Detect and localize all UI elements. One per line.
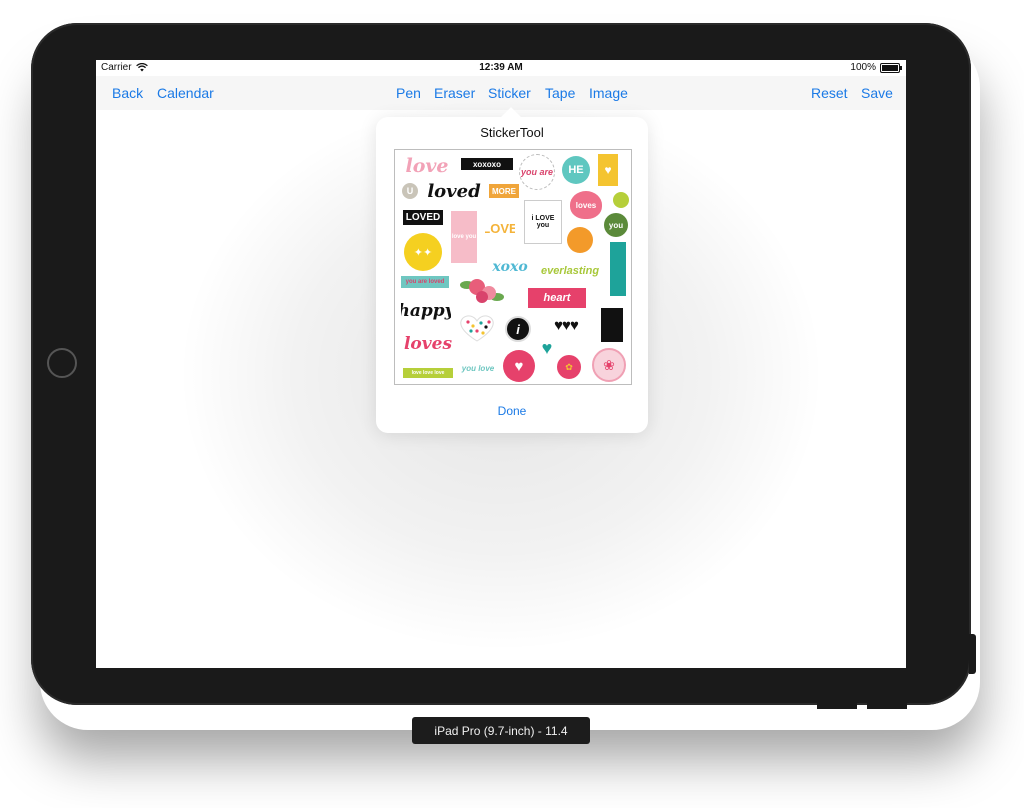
status-bar: Carrier 12:39 AM 100% bbox=[96, 60, 906, 76]
done-button[interactable]: Done bbox=[376, 404, 648, 418]
confetti-heart-icon bbox=[460, 315, 494, 342]
heart-icon: ♥ bbox=[514, 357, 524, 375]
sticker-happy[interactable]: happy bbox=[401, 298, 451, 324]
back-button[interactable]: Back bbox=[112, 85, 143, 101]
sticker-xoxoxo[interactable]: xoxoxo bbox=[461, 158, 513, 170]
sticker-pink-flower-circle[interactable]: ✿ bbox=[555, 353, 583, 381]
sticker-love-you-card[interactable]: love you bbox=[451, 211, 477, 263]
pen-tool-button[interactable]: Pen bbox=[396, 85, 421, 101]
volume-button bbox=[867, 703, 907, 709]
sticker-loves-heart[interactable]: loves bbox=[570, 191, 602, 219]
volume-button bbox=[817, 703, 857, 709]
sticker-green-u-dot[interactable] bbox=[613, 192, 629, 208]
heart-icon: ♥♥♥ bbox=[554, 316, 579, 334]
image-tool-button[interactable]: Image bbox=[589, 85, 628, 101]
sticker-i-circle[interactable]: i bbox=[505, 316, 531, 342]
battery-indicator: 100% bbox=[850, 62, 902, 73]
save-button[interactable]: Save bbox=[861, 85, 893, 101]
rose-icon: ❀ bbox=[603, 356, 615, 373]
sticker-loved-box[interactable]: LOVED bbox=[402, 209, 444, 226]
flower-icon bbox=[460, 279, 504, 303]
side-button bbox=[969, 634, 976, 674]
sticker-love-block[interactable]: LOVE bbox=[485, 208, 515, 248]
sticker-you-are-loved[interactable]: you are loved bbox=[401, 276, 449, 288]
sticker-heart-label[interactable]: heart bbox=[528, 288, 586, 308]
reset-button[interactable]: Reset bbox=[811, 85, 848, 101]
sticker-you-circle[interactable]: you bbox=[604, 213, 628, 237]
clock: 12:39 AM bbox=[479, 62, 523, 73]
sticker-orange-dot[interactable] bbox=[567, 227, 593, 253]
sticker-pink-rose-circle[interactable]: ❀ bbox=[592, 348, 626, 382]
simulator-device-label: iPad Pro (9.7-inch) - 11.4 bbox=[412, 717, 590, 744]
sticker-i-love-you[interactable]: i LOVE you bbox=[524, 200, 562, 244]
sticker-you-are[interactable]: you are bbox=[519, 154, 555, 190]
sticker-loves-script[interactable]: loves bbox=[401, 330, 455, 358]
sticker-sheet-image[interactable]: love xoxoxo you are HE ♥ U loved MORE lo… bbox=[394, 149, 632, 385]
sticker-yellow-sparkle[interactable]: ✦✦ bbox=[404, 233, 442, 271]
sticker-he[interactable]: HE bbox=[562, 156, 590, 184]
flower-icon: ✿ bbox=[565, 361, 573, 372]
app-screen: Carrier 12:39 AM 100% Back Calendar Pen … bbox=[96, 60, 906, 668]
sticker-everlasting[interactable]: everlasting bbox=[537, 262, 603, 280]
battery-icon bbox=[880, 62, 902, 73]
sticker-pink-heart-circle[interactable]: ♥ bbox=[503, 350, 535, 382]
sticker-love-love-love[interactable]: love love love bbox=[403, 368, 453, 378]
heart-icon: ♥ bbox=[604, 163, 612, 177]
home-button[interactable] bbox=[47, 348, 77, 378]
battery-percent: 100% bbox=[850, 62, 876, 73]
heart-icon: ♥ bbox=[541, 338, 553, 358]
sticker-black-hearts[interactable]: ♥♥♥ bbox=[542, 316, 590, 334]
sticker-tool-popover: StickerTool love xoxoxo you are HE ♥ U l… bbox=[376, 107, 648, 433]
sticker-more[interactable]: MORE bbox=[489, 184, 519, 198]
calendar-button[interactable]: Calendar bbox=[157, 85, 214, 101]
sticker-love[interactable]: love bbox=[401, 154, 453, 178]
sticker-black-banner[interactable] bbox=[601, 308, 623, 342]
sticker-confetti-heart[interactable] bbox=[457, 314, 497, 342]
sticker-teal-brush[interactable] bbox=[610, 242, 626, 296]
sticker-u[interactable]: U bbox=[402, 183, 418, 199]
sticker-you-love[interactable]: you love bbox=[459, 354, 497, 382]
sparkle-icon: ✦✦ bbox=[413, 246, 433, 259]
sticker-loved-script[interactable]: loved bbox=[425, 179, 483, 203]
sticker-teal-heart[interactable]: ♥ bbox=[537, 338, 557, 358]
popover-title: StickerTool bbox=[480, 125, 544, 140]
sticker-flowers[interactable] bbox=[457, 273, 507, 307]
sticker-yellow-banner[interactable]: ♥ bbox=[598, 154, 618, 186]
